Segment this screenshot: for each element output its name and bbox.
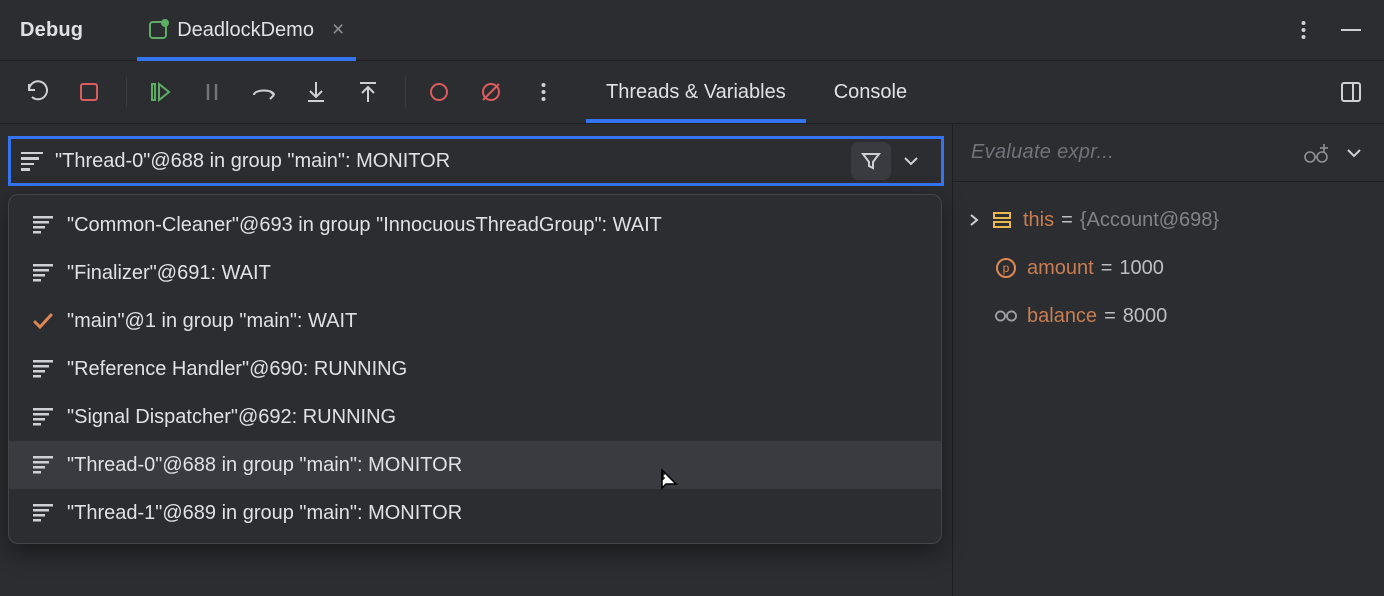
chevron-down-icon[interactable] (891, 156, 931, 166)
variable-row[interactable]: p amount = 1000 (995, 244, 1374, 292)
thread-option[interactable]: "Thread-1"@689 in group "main": MONITOR (9, 489, 941, 537)
chevron-down-icon[interactable] (1336, 148, 1372, 158)
chevron-right-icon[interactable] (969, 213, 991, 227)
more-icon[interactable] (1286, 13, 1320, 47)
thread-stack-icon (31, 502, 55, 524)
debug-more-icon[interactable] (524, 73, 562, 111)
thread-option-label: "Signal Dispatcher"@692: RUNNING (67, 406, 396, 429)
layout-icon[interactable] (1334, 75, 1368, 109)
current-thread-label: "Thread-0"@688 in group "main": MONITOR (55, 150, 450, 173)
mute-breakpoints-button[interactable] (472, 73, 510, 111)
run-config-icon (149, 21, 167, 39)
variable-name: amount (1027, 257, 1094, 280)
view-breakpoints-button[interactable] (420, 73, 458, 111)
mouse-cursor (656, 468, 682, 498)
equals: = (1101, 257, 1113, 280)
variable-kind-icon (991, 209, 1013, 231)
variable-name: this (1023, 209, 1054, 232)
thread-option[interactable]: "main"@1 in group "main": WAIT (9, 297, 941, 345)
variables-tree: this = {Account@698} p amount = 1000 balance = 80… (953, 182, 1384, 340)
thread-stack-icon (31, 214, 55, 236)
thread-option-label: "Common-Cleaner"@693 in group "Innocuous… (67, 214, 662, 237)
run-config-tab[interactable]: DeadlockDemo × (137, 0, 356, 60)
thread-stack-icon (31, 262, 55, 284)
thread-option[interactable]: "Common-Cleaner"@693 in group "Innocuous… (9, 201, 941, 249)
thread-option-label: "Finalizer"@691: WAIT (67, 262, 271, 285)
equals: = (1061, 209, 1073, 232)
thread-option-label: "main"@1 in group "main": WAIT (67, 310, 357, 333)
filter-icon[interactable] (851, 142, 891, 180)
variable-value: 8000 (1123, 305, 1168, 328)
thread-dropdown: "Common-Cleaner"@693 in group "Innocuous… (8, 194, 942, 544)
separator (405, 77, 406, 107)
step-into-button[interactable] (297, 73, 335, 111)
variable-kind-icon (995, 305, 1017, 327)
variable-row[interactable]: this = {Account@698} (969, 196, 1374, 244)
tool-window-title: Debug (20, 19, 83, 42)
thread-selector[interactable]: "Thread-0"@688 in group "main": MONITOR (8, 136, 944, 186)
step-out-button[interactable] (349, 73, 387, 111)
run-config-label: DeadlockDemo (177, 19, 314, 42)
tab-console[interactable]: Console (810, 61, 931, 123)
thread-option[interactable]: "Thread-0"@688 in group "main": MONITOR (9, 441, 941, 489)
thread-option-label: "Thread-0"@688 in group "main": MONITOR (67, 454, 462, 477)
thread-option[interactable]: "Finalizer"@691: WAIT (9, 249, 941, 297)
thread-stack-icon (31, 454, 55, 476)
equals: = (1104, 305, 1116, 328)
resume-button[interactable] (141, 73, 179, 111)
thread-stack-icon (21, 152, 43, 171)
separator (126, 77, 127, 107)
variable-name: balance (1027, 305, 1097, 328)
rerun-button[interactable] (18, 73, 56, 111)
variable-value: 1000 (1119, 257, 1164, 280)
tab-threads-variables[interactable]: Threads & Variables (582, 61, 810, 123)
hide-icon[interactable] (1334, 13, 1368, 47)
close-icon[interactable]: × (332, 18, 344, 42)
step-over-button[interactable] (245, 73, 283, 111)
thread-option[interactable]: "Signal Dispatcher"@692: RUNNING (9, 393, 941, 441)
svg-text:p: p (1003, 261, 1010, 275)
variable-row[interactable]: balance = 8000 (995, 292, 1374, 340)
thread-stack-icon (31, 358, 55, 380)
check-icon (31, 310, 55, 332)
stop-button[interactable] (70, 73, 108, 111)
thread-stack-icon (31, 406, 55, 428)
thread-option-label: "Thread-1"@689 in group "main": MONITOR (67, 502, 462, 525)
evaluate-input[interactable]: Evaluate expr... (971, 141, 1296, 164)
add-watch-icon[interactable] (1296, 143, 1336, 163)
thread-option[interactable]: "Reference Handler"@690: RUNNING (9, 345, 941, 393)
variable-value: {Account@698} (1080, 209, 1219, 232)
variable-kind-icon: p (995, 257, 1017, 279)
pause-button[interactable] (193, 73, 231, 111)
thread-option-label: "Reference Handler"@690: RUNNING (67, 358, 407, 381)
